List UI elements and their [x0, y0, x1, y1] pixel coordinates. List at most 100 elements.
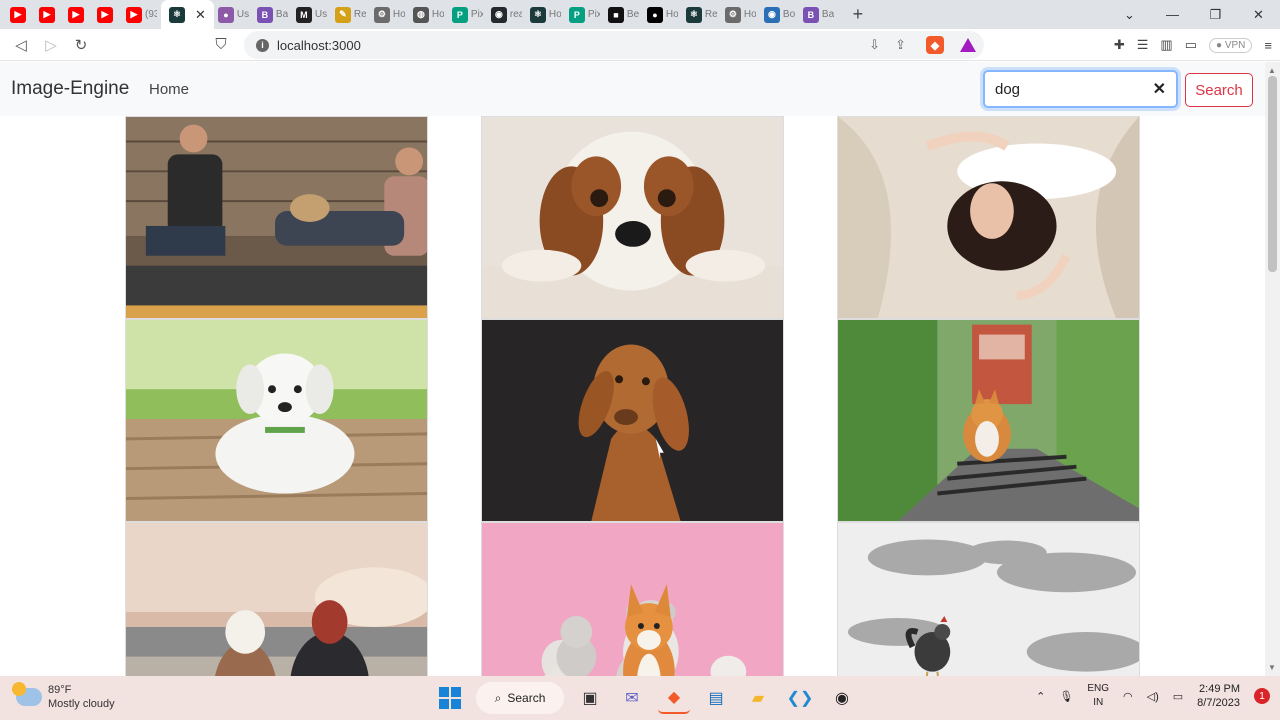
wallet-icon[interactable]: ▭ [1185, 37, 1197, 53]
search-button[interactable]: Search [1185, 73, 1253, 107]
people-with-pug-image[interactable] [125, 116, 428, 319]
weather-widget[interactable]: 89°F Mostly cloudy [12, 682, 115, 711]
close-tab-icon[interactable]: ✕ [195, 7, 206, 23]
browser-tab[interactable]: ■ Be [604, 0, 643, 29]
vizsla-dog-image[interactable] [481, 319, 784, 522]
task-view-icon[interactable]: ▣ [574, 682, 606, 714]
close-window-button[interactable]: ✕ [1237, 0, 1280, 29]
search-field[interactable]: ✕ [983, 70, 1178, 108]
browser-tab[interactable]: ◉ Bo [760, 0, 799, 29]
bootstrap-icon: B [802, 6, 819, 23]
browser-tab[interactable]: ▶ [6, 0, 35, 29]
browser-tab[interactable]: ▶ (93 [122, 0, 161, 29]
battery-icon[interactable]: ▭ [1173, 690, 1183, 703]
bookmark-icon[interactable]: ⛉ [206, 30, 236, 60]
scroll-down-icon[interactable]: ▼ [1268, 663, 1276, 672]
brand-logo[interactable]: Image-Engine [11, 78, 129, 100]
browser-tab[interactable]: ▶ [35, 0, 64, 29]
clock[interactable]: 2:49 PM 8/7/2023 [1197, 682, 1240, 710]
browser-tab[interactable]: MUsi [292, 0, 331, 29]
microsoft-store-icon[interactable]: ▤ [700, 682, 732, 714]
microphone-icon[interactable]: 🎙 [1059, 690, 1073, 703]
teams-chat-icon[interactable]: ✉ [616, 682, 648, 714]
sidebar-icon[interactable]: ▥ [1160, 37, 1172, 53]
new-tab-button[interactable]: + [844, 1, 872, 29]
vpn-button[interactable]: ● VPN [1209, 37, 1253, 53]
scrollbar-thumb[interactable] [1268, 76, 1277, 272]
browser-tab[interactable]: ◉ rea [487, 0, 526, 29]
language-code: ENG [1087, 683, 1110, 694]
site-info-icon[interactable]: i [256, 38, 269, 52]
browser-tab[interactable]: ▶ [93, 0, 122, 29]
white-puppy-image[interactable] [125, 319, 428, 522]
tab-title: Re [353, 9, 366, 20]
scroll-up-icon[interactable]: ▲ [1268, 66, 1276, 75]
spaniel-puppy-image[interactable] [481, 116, 784, 319]
white-puppy-image-graphic [126, 320, 427, 521]
medium-icon: ● [646, 6, 663, 23]
tab-title: rea [509, 9, 522, 20]
avatar-icon: ● [217, 6, 234, 23]
weather-cloud-icon [12, 682, 42, 706]
browser-tab[interactable]: ⚛ Ho [526, 0, 565, 29]
corgi-on-railway-image[interactable] [837, 319, 1140, 522]
forward-button[interactable]: ▷ [36, 30, 66, 60]
start-button[interactable] [434, 682, 466, 714]
woman-on-fur-image[interactable] [837, 116, 1140, 319]
browser-tab[interactable]: ✎ Re [331, 0, 370, 29]
extensions-icon[interactable]: ✚ [1114, 37, 1125, 53]
github-desktop-icon[interactable]: ◉ [826, 682, 858, 714]
react-icon: ⚛ [685, 6, 702, 23]
browser-tab[interactable]: ● Ho [643, 0, 682, 29]
notification-badge[interactable]: 1 [1254, 688, 1270, 704]
browser-tab[interactable]: ⚛ Re [682, 0, 721, 29]
browser-tab[interactable]: ⚙ Ho [721, 0, 760, 29]
tab-title: Bo [782, 9, 795, 20]
brave-shields-icon[interactable]: ◆ [926, 36, 944, 54]
brave-browser-icon[interactable]: ◆ [658, 682, 690, 714]
browser-tab[interactable]: ▶ [64, 0, 93, 29]
browser-tab[interactable]: ⚛ ✕ [161, 0, 214, 29]
address-bar[interactable]: i localhost:3000 ⇩ ⇪ ◆ [244, 31, 984, 59]
volume-icon[interactable]: ◁) [1147, 690, 1159, 703]
vscode-icon[interactable]: ❮❯ [784, 682, 816, 714]
brave-rewards-icon[interactable] [960, 38, 976, 52]
tab-title: (93 [145, 9, 157, 20]
browser-tab[interactable]: ⚙ Ho [370, 0, 409, 29]
wifi-icon[interactable]: ◠ [1123, 690, 1133, 703]
browser-tab[interactable]: P Pix [448, 0, 487, 29]
search-icon: ⌕ [494, 690, 502, 705]
dog-and-woman-sunset-image[interactable] [125, 522, 428, 676]
rooster-image[interactable] [837, 522, 1140, 676]
back-button[interactable]: ◁ [6, 30, 36, 60]
eye-icon: ◉ [763, 6, 780, 23]
browser-tab-strip: ▶▶▶▶▶(93⚛✕●UsiBBacMUsi✎Re⚙Ho◍HoPPix◉rea⚛… [0, 0, 1280, 29]
share-icon[interactable]: ⇪ [895, 37, 906, 53]
reload-button[interactable]: ↻ [66, 30, 96, 60]
file-explorer-icon[interactable]: ▰ [742, 682, 774, 714]
nav-home-link[interactable]: Home [149, 81, 189, 98]
browser-tab[interactable]: ●Usi [214, 0, 253, 29]
minimize-button[interactable]: — [1151, 0, 1194, 29]
install-app-icon[interactable]: ⇩ [869, 37, 880, 53]
browser-tab[interactable]: P Pix [565, 0, 604, 29]
show-hidden-icons-chevron-icon[interactable]: ⌃ [1036, 690, 1045, 703]
clear-search-icon[interactable]: ✕ [1153, 79, 1166, 99]
toolbar-right-icons: ✚ ☰ ▥ ▭ ● VPN ≡ [1114, 29, 1272, 61]
browser-tab[interactable]: B Ba [799, 0, 838, 29]
browser-tab[interactable]: ◍ Ho [409, 0, 448, 29]
playlist-icon[interactable]: ☰ [1137, 37, 1149, 53]
search-input[interactable] [995, 80, 1145, 98]
page-scrollbar[interactable]: ▲ ▼ [1265, 62, 1280, 676]
tab-list-chevron-icon[interactable]: ⌄ [1108, 0, 1151, 29]
language-indicator[interactable]: ENG IN [1087, 682, 1109, 710]
menu-icon[interactable]: ≡ [1264, 38, 1272, 53]
rooster-image-graphic [838, 523, 1139, 676]
restore-button[interactable]: ❐ [1194, 0, 1237, 29]
react-icon: ⚛ [529, 6, 546, 23]
youtube-icon: ▶ [68, 6, 84, 23]
app-navbar: Image-Engine Home ✕ Search [0, 62, 1265, 116]
browser-tab[interactable]: BBac [253, 0, 292, 29]
taskbar-search-button[interactable]: ⌕ Search [476, 682, 564, 714]
pets-pink-background-image[interactable] [481, 522, 784, 676]
